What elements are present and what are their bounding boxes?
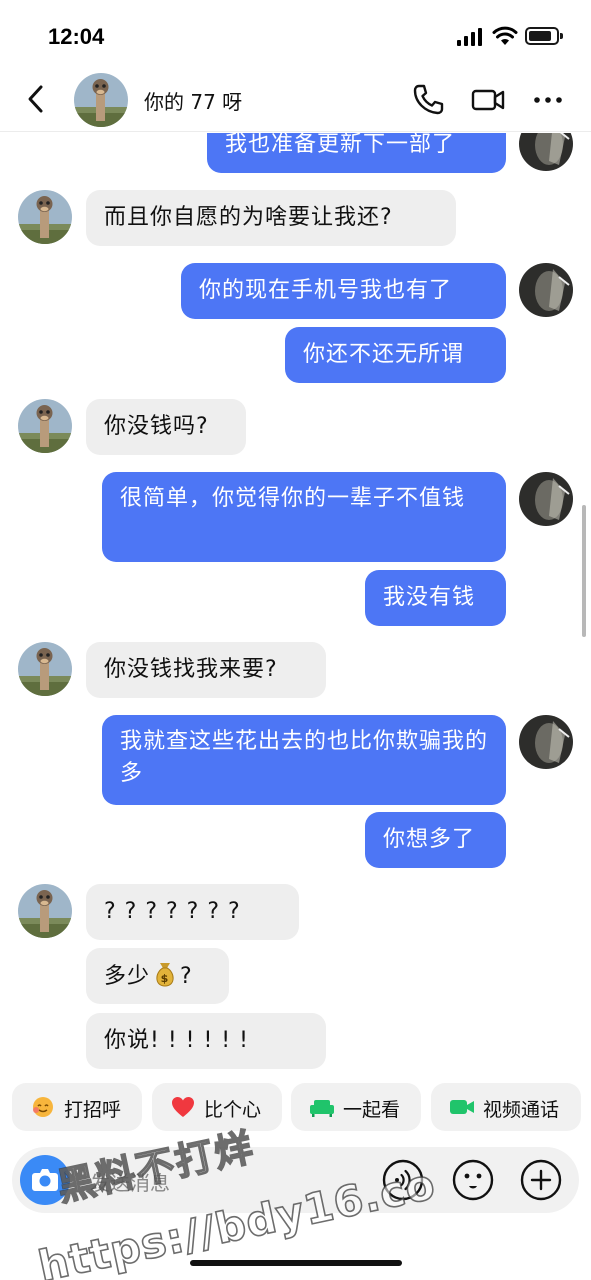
cellular-signal-icon (457, 28, 483, 46)
home-indicator (190, 1260, 402, 1266)
incoming-message[interactable]: 多少 $ ? (86, 948, 229, 1004)
money-bag-icon: $ (156, 963, 174, 987)
phone-call-icon[interactable] (410, 82, 446, 118)
more-options-icon[interactable] (530, 82, 566, 118)
video-call-icon[interactable] (470, 82, 506, 118)
wifi-icon (492, 26, 518, 45)
status-bar: 12:04 (0, 0, 591, 70)
battery-icon (525, 27, 563, 45)
my-avatar[interactable] (519, 133, 573, 171)
outgoing-message[interactable]: 很简单，你觉得你的一辈子不值钱 (102, 472, 506, 562)
svg-text:$: $ (161, 972, 170, 985)
contact-message-avatar[interactable] (18, 190, 72, 244)
incoming-message[interactable]: 而且你自愿的为啥要让我还? (86, 190, 456, 246)
camera-button[interactable] (20, 1155, 70, 1205)
my-avatar[interactable] (519, 715, 573, 769)
wave-face-icon (33, 1097, 53, 1117)
incoming-message[interactable]: 你说! ! ! ! ! ! (86, 1013, 326, 1069)
add-more-icon[interactable] (520, 1159, 562, 1201)
emoji-icon[interactable] (452, 1159, 494, 1201)
quick-reply-watch-together[interactable]: 一起看 (291, 1083, 421, 1131)
outgoing-message[interactable]: 你的现在手机号我也有了 (181, 263, 506, 319)
voice-message-icon[interactable] (382, 1159, 424, 1201)
outgoing-message[interactable]: 我就查这些花出去的也比你欺骗我的多 (102, 715, 506, 805)
quick-reply-greet[interactable]: 打招呼 (12, 1083, 142, 1131)
incoming-message[interactable]: 你没钱找我来要? (86, 642, 326, 698)
contact-message-avatar[interactable] (18, 399, 72, 453)
back-arrow-icon[interactable] (22, 84, 52, 114)
outgoing-message[interactable]: 你想多了 (365, 812, 506, 868)
outgoing-message[interactable]: 我也准备更新下一部了 (207, 133, 506, 173)
my-avatar[interactable] (519, 263, 573, 317)
incoming-message[interactable]: 你没钱吗? (86, 399, 246, 455)
incoming-message[interactable]: ? ? ? ? ? ? ? (86, 884, 299, 940)
camera-icon (32, 1169, 58, 1191)
chat-header: 你的 77 呀 (0, 70, 591, 132)
contact-avatar[interactable] (74, 73, 128, 127)
quick-reply-heart[interactable]: 比个心 (152, 1083, 282, 1131)
contact-message-avatar[interactable] (18, 642, 72, 696)
sofa-icon (310, 1100, 334, 1117)
video-camera-icon (450, 1100, 474, 1114)
contact-name[interactable]: 你的 77 呀 (144, 86, 242, 115)
outgoing-message[interactable]: 我没有钱 (365, 570, 506, 626)
message-input[interactable]: 发送消息 (90, 1167, 170, 1196)
contact-message-avatar[interactable] (18, 884, 72, 938)
quick-reply-video-call[interactable]: 视频通话 (431, 1083, 581, 1131)
outgoing-message[interactable]: 你还不还无所谓 (285, 327, 506, 383)
status-time: 12:04 (48, 24, 105, 49)
message-list[interactable]: 我也准备更新下一部了 而且你自愿的为啥要让我还? 你的现在手机号我也有了 你还不… (0, 133, 591, 1078)
message-input-bar: 发送消息 (12, 1147, 579, 1213)
my-avatar[interactable] (519, 472, 573, 526)
scrollbar[interactable] (582, 505, 586, 637)
heart-icon (172, 1097, 194, 1117)
